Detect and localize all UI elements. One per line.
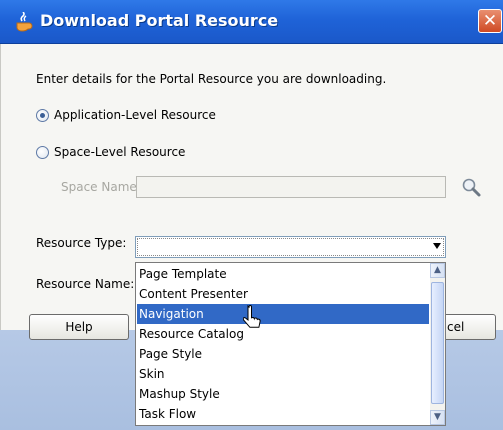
mouse-pointer-icon (243, 305, 261, 328)
space-level-label: Space-Level Resource (54, 145, 186, 159)
resource-type-select[interactable] (135, 236, 446, 258)
chevron-down-icon[interactable] (433, 243, 441, 249)
dropdown-item-content-presenter[interactable]: Content Presenter (137, 284, 429, 304)
application-level-label: Application-Level Resource (54, 108, 216, 122)
space-name-label: Space Name (61, 180, 137, 194)
search-icon[interactable] (460, 176, 482, 198)
app-icon (16, 12, 33, 32)
resource-name-label: Resource Name: (36, 277, 135, 291)
scroll-up-icon[interactable]: ▲ (430, 263, 445, 278)
dropdown-item-page-style[interactable]: Page Style (137, 344, 429, 364)
space-name-field (136, 176, 446, 198)
dropdown-item-skin[interactable]: Skin (137, 364, 429, 384)
resource-type-dropdown-list[interactable]: Page Template Content Presenter Navigati… (135, 262, 446, 426)
scroll-thumb[interactable] (431, 282, 444, 404)
dropdown-item-task-flow[interactable]: Task Flow (137, 404, 429, 424)
dropdown-item-mashup-style[interactable]: Mashup Style (137, 384, 429, 404)
close-button[interactable]: ✕ (478, 9, 502, 33)
space-level-radio[interactable] (36, 145, 49, 159)
intro-text: Enter details for the Portal Resource yo… (36, 72, 387, 86)
title-bar: Download Portal Resource ✕ (0, 0, 503, 44)
dropdown-item-resource-catalog[interactable]: Resource Catalog (137, 324, 429, 344)
help-button[interactable]: Help (29, 314, 129, 340)
application-level-radio-row[interactable]: Application-Level Resource (36, 108, 216, 122)
dropdown-scrollbar[interactable]: ▲ ▼ (430, 263, 445, 425)
dropdown-item-page-template[interactable]: Page Template (137, 264, 429, 284)
window-title: Download Portal Resource (40, 11, 279, 30)
dropdown-item-navigation[interactable]: Navigation (137, 304, 429, 324)
scroll-down-icon[interactable]: ▼ (430, 410, 445, 425)
application-level-radio[interactable] (36, 108, 49, 122)
resource-type-label: Resource Type: (36, 236, 127, 250)
space-level-radio-row[interactable]: Space-Level Resource (36, 145, 185, 159)
